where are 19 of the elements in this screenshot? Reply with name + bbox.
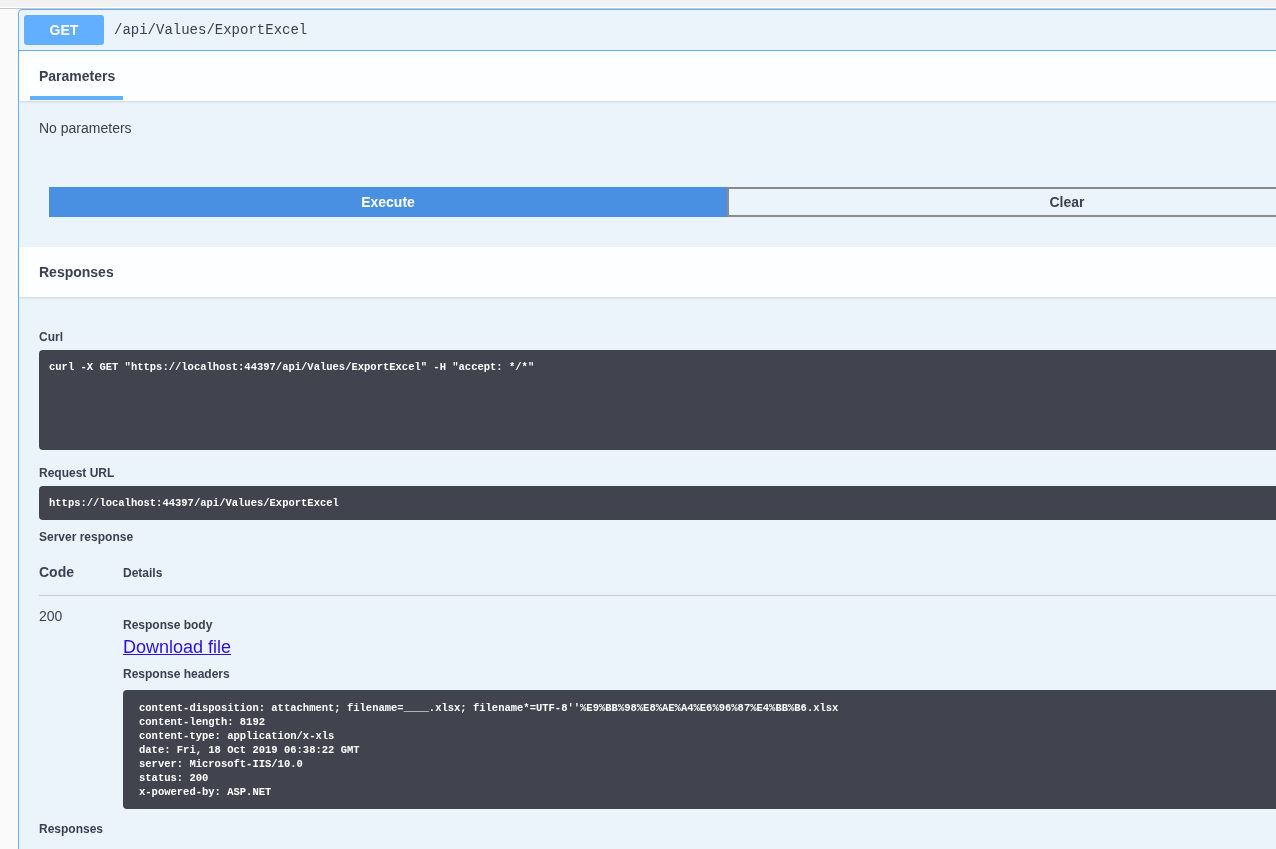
request-url-label: Request URL	[39, 465, 115, 481]
response-headers-block: content-disposition: attachment; filename=____.xlsx; filename*=UTF-8''%E9%BB%98%E8%AE%A4%E6%96%87%E4%BB%B6.xlsx content-length: 8192 content-type: application/x-xls date: Fri, 18 Oct 2019 06:38:22 GMT server: Microsoft-IIS/10.0 status: 200 x-powered-by: ASP.NET	[123, 690, 1276, 809]
column-header: Details	[123, 565, 163, 580]
server-response-label: Server response	[39, 529, 134, 545]
responses-heading: Responses	[39, 264, 114, 280]
column-header: Code	[39, 563, 74, 580]
curl-command-block: curl -X GET "https://localhost:44397/api/Values/ExportExcel" -H "accept: */*"	[39, 350, 1276, 450]
response-headers-label: Response headers	[123, 666, 230, 682]
response-body-label: Response body	[123, 617, 213, 633]
download-link[interactable]: Download file	[123, 635, 232, 659]
endpoint-path: /api/Values/ExportExcel	[114, 22, 308, 38]
method-badge: GET	[24, 15, 104, 45]
clear-button[interactable]: Clear	[727, 187, 1276, 217]
responses-subheading: Responses	[39, 821, 104, 837]
no-parameters-text: No parameters	[39, 120, 132, 136]
section-tab[interactable]: Parameters	[30, 51, 124, 100]
curl-label: Curl	[39, 329, 63, 345]
status-code: 200	[39, 608, 63, 624]
request-url-block: https://localhost:44397/api/Values/ExportExcel	[39, 486, 1276, 520]
